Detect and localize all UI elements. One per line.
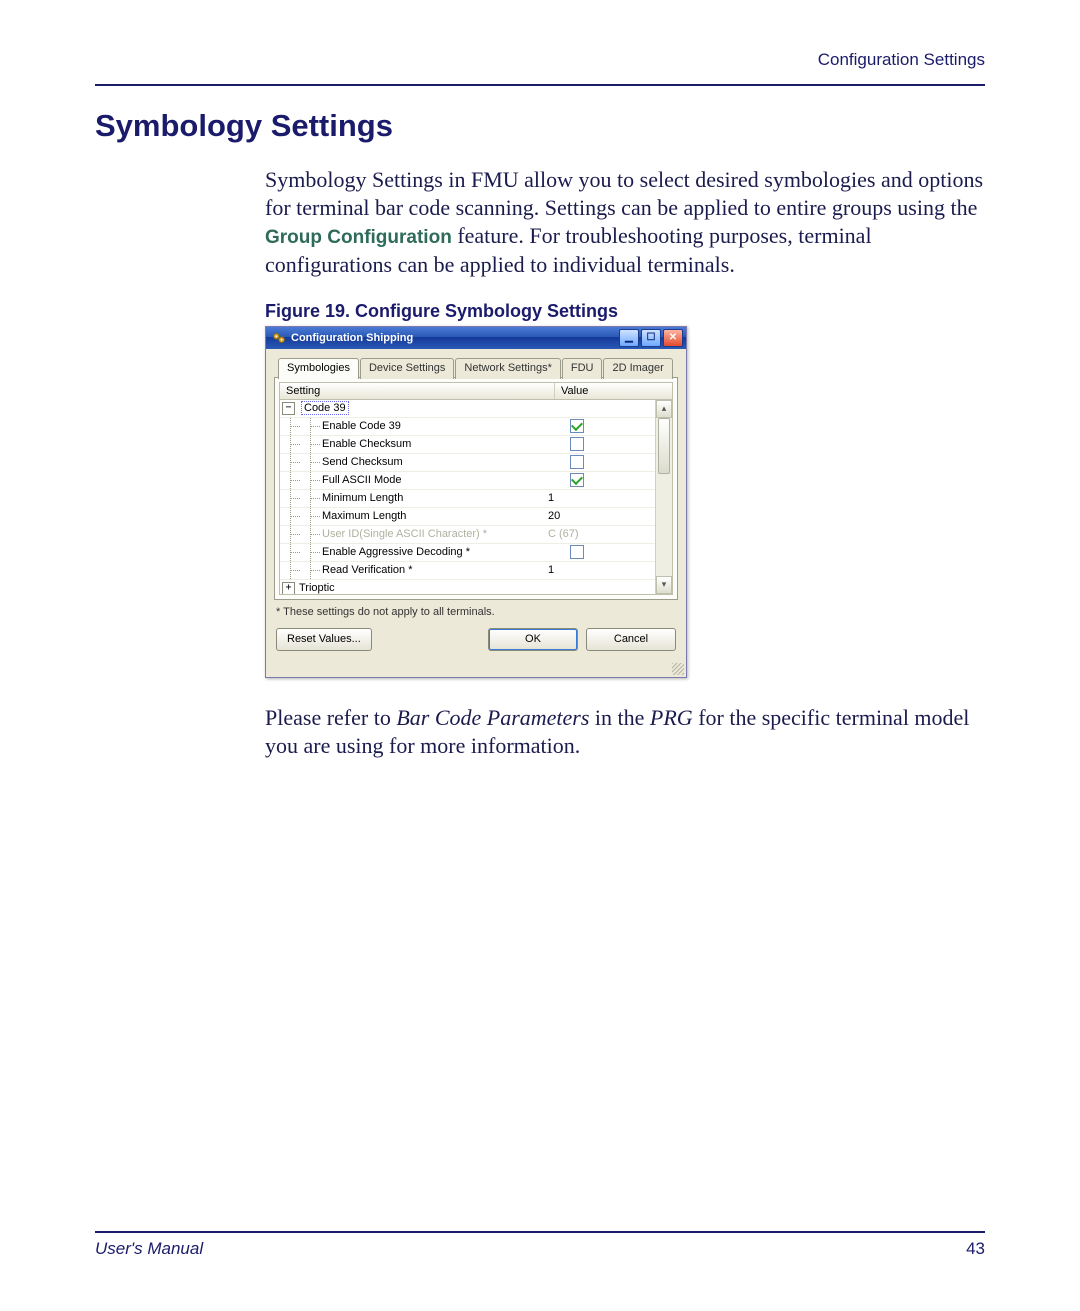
ital-bar-code-params: Bar Code Parameters [396, 705, 589, 730]
tree-leaf-aggressive-decoding[interactable]: Enable Aggressive Decoding * [280, 544, 672, 562]
tree-leaf-send-checksum[interactable]: Send Checksum [280, 454, 672, 472]
ital-prg: PRG [650, 705, 693, 730]
checkbox-checked-icon[interactable] [570, 419, 584, 433]
tree-label: Enable Code 39 [322, 420, 401, 432]
scroll-down-icon[interactable]: ▾ [656, 576, 672, 594]
expand-icon[interactable]: + [282, 582, 295, 595]
tree-leaf-enable-checksum[interactable]: Enable Checksum [280, 436, 672, 454]
figure-caption: Figure 19. Configure Symbology Settings [265, 301, 985, 322]
col-setting[interactable]: Setting [280, 383, 555, 399]
cell-value: 1 [548, 492, 554, 504]
dialog-titlebar[interactable]: Configuration Shipping ▁ ☐ ✕ [266, 327, 686, 349]
closing-paragraph: Please refer to Bar Code Parameters in t… [265, 704, 985, 760]
settings-tree[interactable]: − Code 39 Enable Code 39 Enable Checksum [279, 400, 673, 595]
ok-button[interactable]: OK [488, 628, 578, 651]
footnote: * These settings do not apply to all ter… [276, 606, 676, 618]
maximize-button[interactable]: ☐ [641, 329, 661, 347]
tab-fdu[interactable]: FDU [562, 358, 603, 379]
resize-grip-icon[interactable] [266, 663, 686, 677]
page-title: Symbology Settings [95, 108, 985, 144]
col-value[interactable]: Value [555, 383, 672, 399]
checkbox-icon[interactable] [570, 455, 584, 469]
grid-header: Setting Value [279, 382, 673, 400]
tree-label: Code 39 [301, 401, 349, 415]
close-button[interactable]: ✕ [663, 329, 683, 347]
tree-node-trioptic[interactable]: + Trioptic [280, 580, 672, 595]
tab-strip: Symbologies Device Settings Network Sett… [274, 357, 678, 378]
cancel-button[interactable]: Cancel [586, 628, 676, 651]
cell-value: 1 [548, 564, 554, 576]
tab-network-settings[interactable]: Network Settings* [455, 358, 560, 379]
cell-value: 20 [548, 510, 560, 522]
footer-page-number: 43 [966, 1239, 985, 1259]
intro-paragraph: Symbology Settings in FMU allow you to s… [265, 166, 985, 279]
tree-leaf-min-length[interactable]: Minimum Length 1 [280, 490, 672, 508]
running-header: Configuration Settings [95, 50, 985, 70]
checkbox-icon[interactable] [570, 545, 584, 559]
tree-label: Send Checksum [322, 456, 403, 468]
reset-values-button[interactable]: Reset Values... [276, 628, 372, 651]
tab-2d-imager[interactable]: 2D Imager [603, 358, 672, 379]
header-rule [95, 84, 985, 86]
tree-label: Maximum Length [322, 510, 406, 522]
tree-leaf-max-length[interactable]: Maximum Length 20 [280, 508, 672, 526]
minimize-button[interactable]: ▁ [619, 329, 639, 347]
tree-label: Full ASCII Mode [322, 474, 401, 486]
tab-panel: Setting Value − Code 39 Enable Cod [274, 377, 678, 600]
tree-leaf-user-id: User ID(Single ASCII Character) * C (67) [280, 526, 672, 544]
tree-leaf-enable-code39[interactable]: Enable Code 39 [280, 418, 672, 436]
group-configuration-term: Group Configuration [265, 227, 452, 248]
vertical-scrollbar[interactable]: ▴ ▾ [655, 400, 672, 594]
tab-device-settings[interactable]: Device Settings [360, 358, 454, 379]
tree-label: Minimum Length [322, 492, 403, 504]
checkbox-checked-icon[interactable] [570, 473, 584, 487]
scroll-up-icon[interactable]: ▴ [656, 400, 672, 418]
tree-leaf-full-ascii[interactable]: Full ASCII Mode [280, 472, 672, 490]
gears-icon [272, 331, 286, 345]
scroll-thumb[interactable] [658, 418, 670, 474]
tree-label: Enable Aggressive Decoding * [322, 546, 470, 558]
page-footer: User's Manual 43 [95, 1231, 985, 1259]
collapse-icon[interactable]: − [282, 402, 295, 415]
tree-label: Trioptic [299, 582, 335, 594]
tree-label: Read Verification * [322, 564, 413, 576]
tab-symbologies[interactable]: Symbologies [278, 358, 359, 379]
footer-manual: User's Manual [95, 1239, 203, 1258]
tree-label: User ID(Single ASCII Character) * [322, 528, 487, 540]
tree-label: Enable Checksum [322, 438, 411, 450]
checkbox-icon[interactable] [570, 437, 584, 451]
config-dialog: Configuration Shipping ▁ ☐ ✕ Symbologies… [265, 326, 687, 678]
dialog-title: Configuration Shipping [291, 332, 413, 344]
tree-leaf-read-verification[interactable]: Read Verification * 1 [280, 562, 672, 580]
tree-node-code39[interactable]: − Code 39 [280, 400, 672, 418]
cell-value: C (67) [548, 528, 579, 540]
